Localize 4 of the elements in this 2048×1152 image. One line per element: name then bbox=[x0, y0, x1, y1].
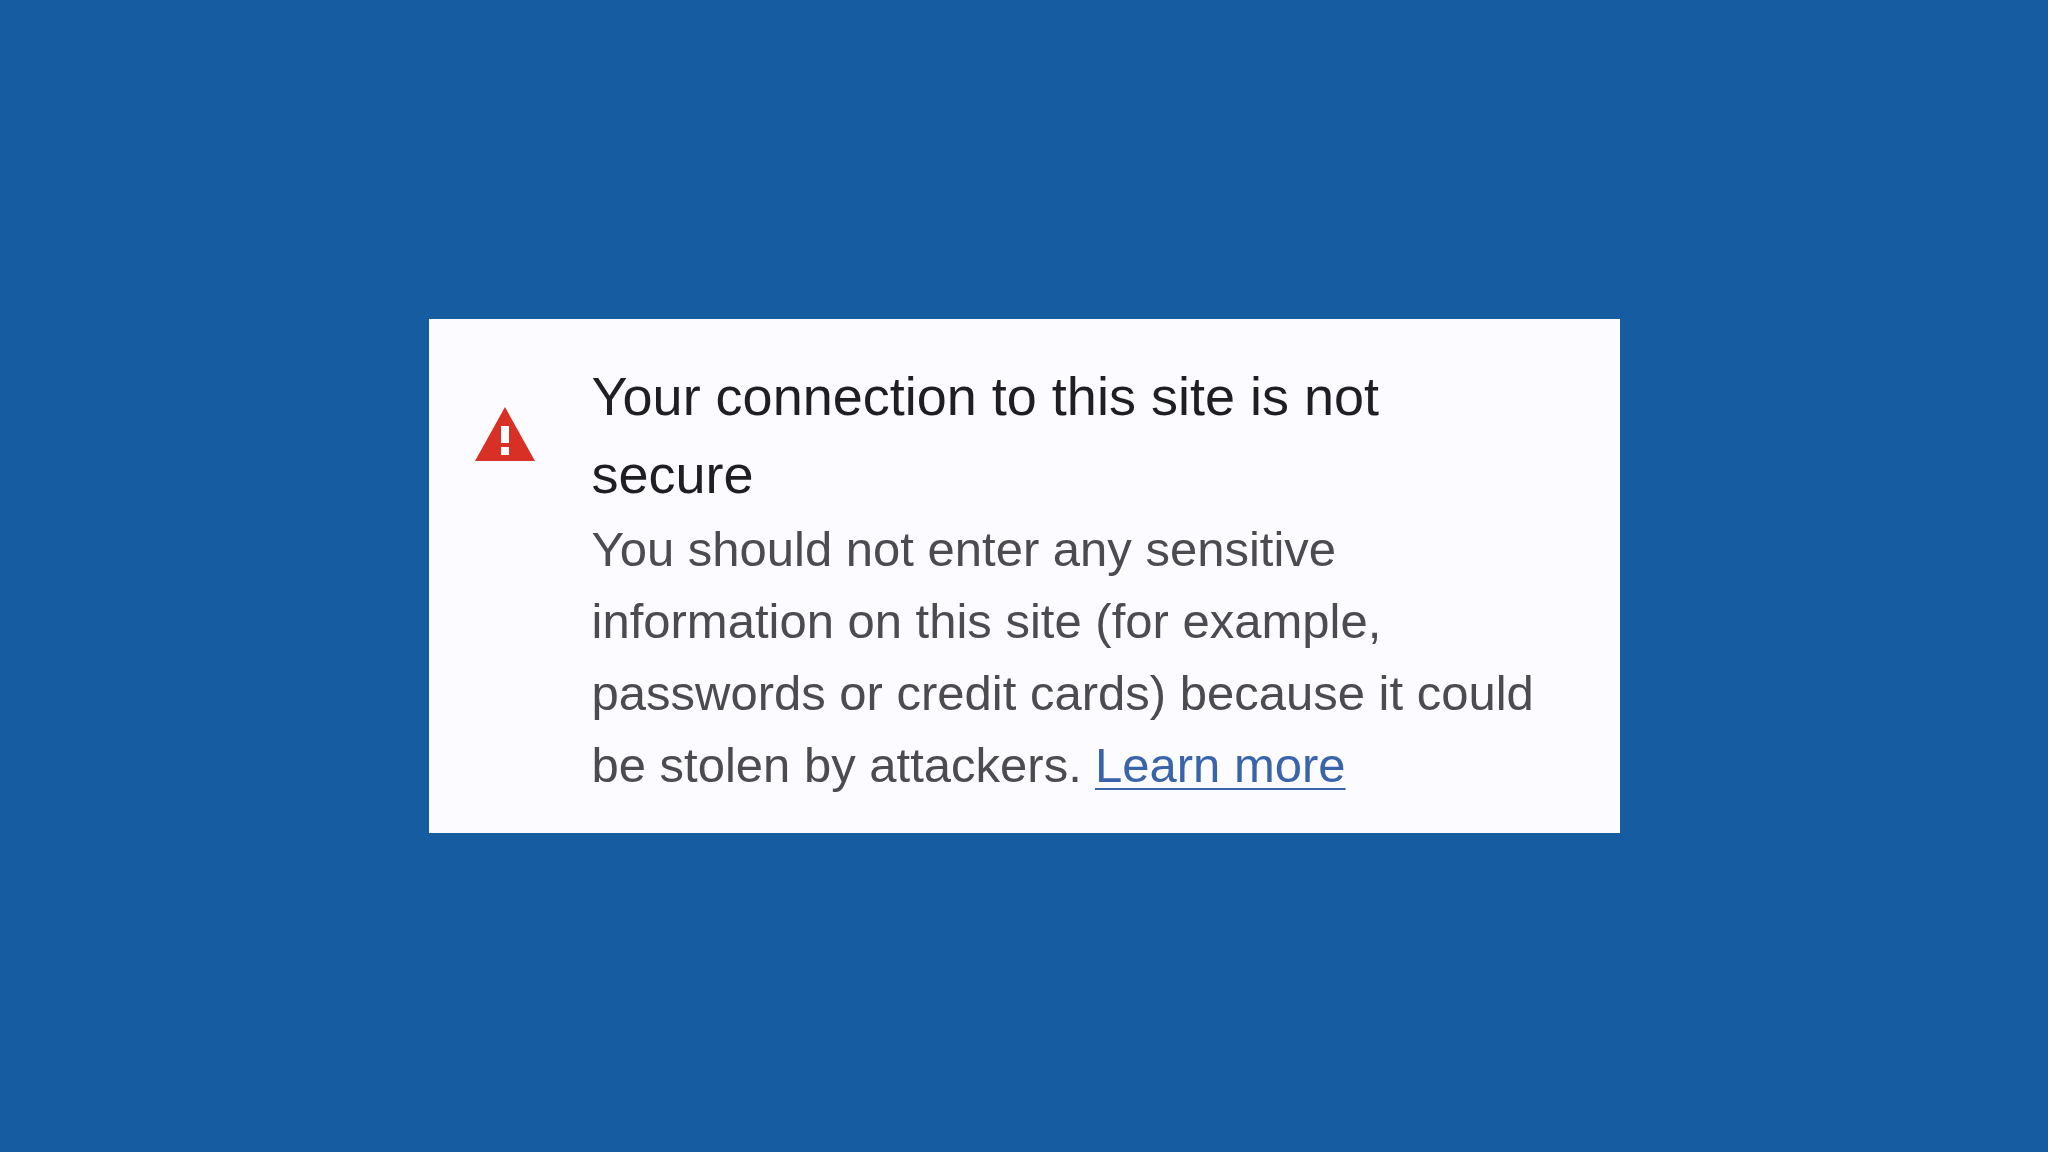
warning-icon bbox=[474, 407, 535, 461]
warning-message: You should not enter any sensitive information on this site (for example, passwords or credit cards) because it could be stolen by attackers. Learn more bbox=[591, 521, 1535, 794]
learn-more-link[interactable]: Learn more bbox=[1095, 738, 1346, 792]
warning-title: Your connection to this site is not secure bbox=[591, 365, 1380, 506]
